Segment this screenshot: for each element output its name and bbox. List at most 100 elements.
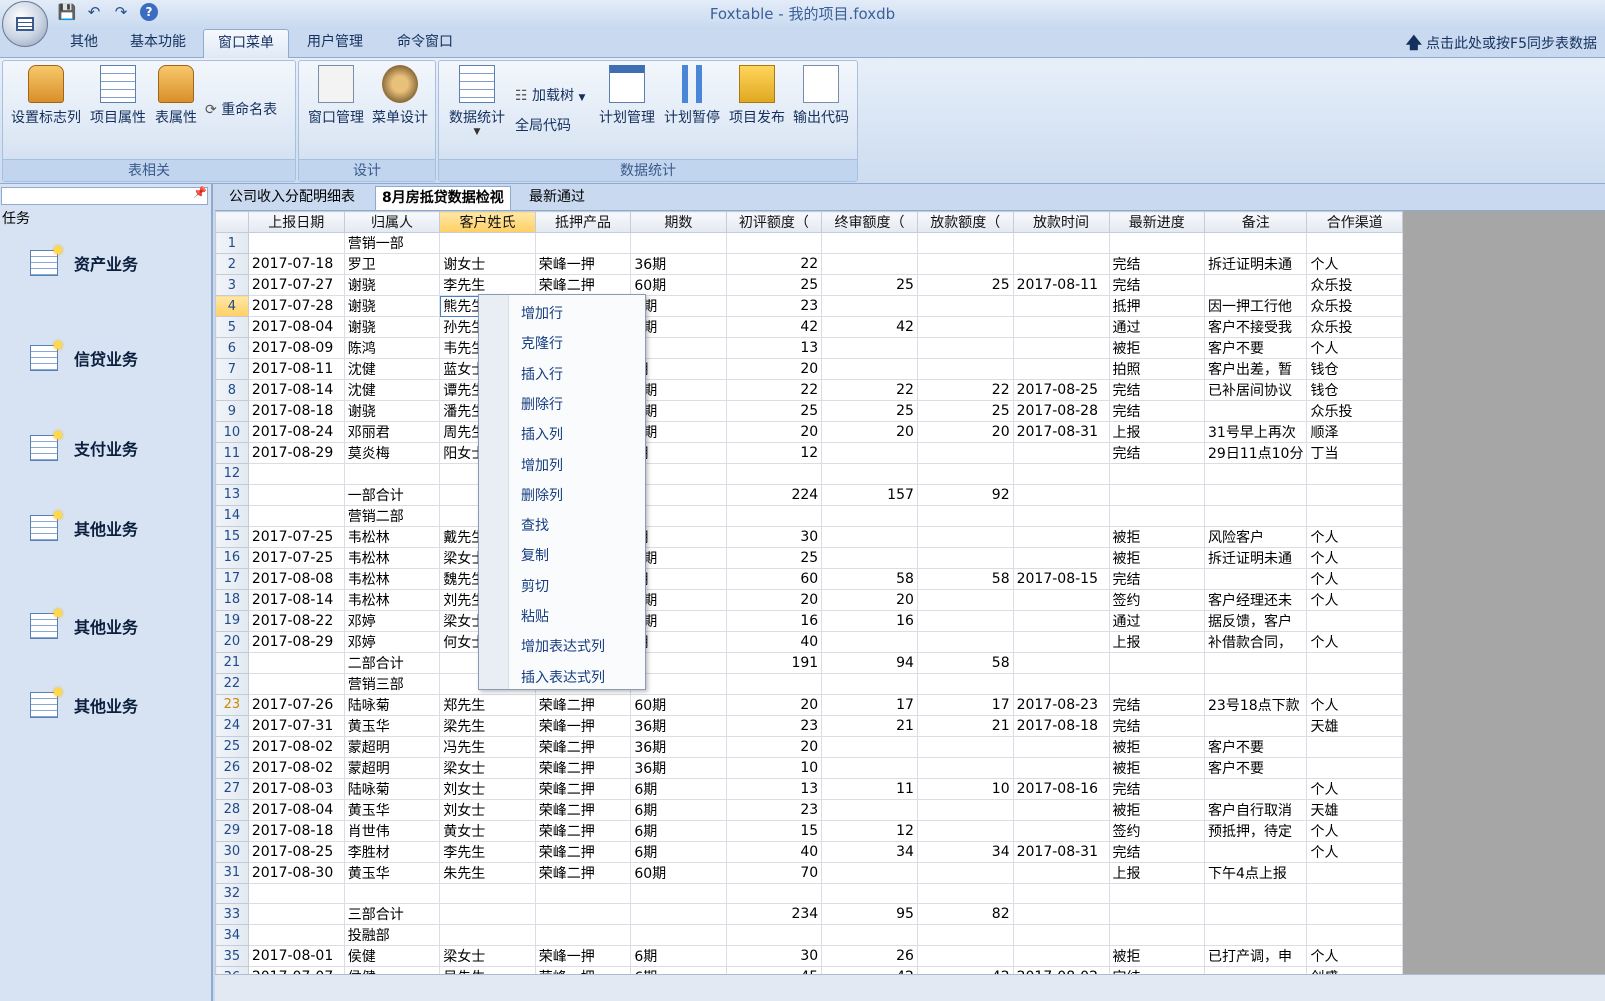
table-cell[interactable] [1306, 483, 1403, 506]
table-cell[interactable] [1108, 882, 1205, 905]
table-cell[interactable]: 谢骁 [343, 400, 441, 422]
table-cell[interactable]: 被拒 [1108, 546, 1205, 569]
data-grid[interactable]: 上报日期 归属人 客户姓氏 抵押产品 期数 初评额度（ 终审额度（ 放款额度（ 放款时间 最新进度… [215, 211, 1403, 974]
table-cell[interactable] [343, 882, 441, 905]
menu-item[interactable]: 插入列 [521, 424, 563, 444]
table-cell[interactable]: 2017-08-24 [247, 421, 345, 443]
table-cell[interactable]: 客户不要 [1203, 337, 1308, 359]
project-properties-button[interactable]: 项目属性 [87, 65, 149, 127]
table-cell[interactable]: 2017-07-27 [247, 274, 345, 296]
table-cell[interactable] [1108, 232, 1205, 254]
table-cell[interactable]: 完结 [1108, 379, 1205, 401]
set-flag-column-button[interactable]: 设置标志列 [9, 65, 83, 127]
table-cell[interactable] [916, 924, 1014, 947]
table-cell[interactable] [1012, 651, 1110, 674]
undo-icon[interactable]: ↶ [85, 3, 103, 21]
table-cell[interactable]: 60期 [630, 693, 727, 716]
table-cell[interactable] [247, 882, 345, 905]
table-cell[interactable]: 20 [916, 421, 1014, 443]
table-cell[interactable] [821, 630, 918, 653]
table-cell[interactable] [1108, 903, 1205, 926]
table-cell[interactable] [1012, 630, 1110, 653]
table-cell[interactable]: 36期 [630, 735, 727, 758]
table-cell[interactable]: 10 [725, 756, 823, 779]
column-header[interactable]: 抵押产品 [534, 211, 632, 233]
table-cell[interactable] [247, 672, 345, 695]
table-cell[interactable]: 刘女士 [439, 777, 536, 800]
table-cell[interactable] [1012, 903, 1110, 926]
table-cell[interactable]: 2017-08-14 [247, 588, 345, 611]
table-cell[interactable] [247, 232, 345, 254]
table-cell[interactable]: 韦松林 [343, 546, 441, 569]
table-cell[interactable]: 营销三部 [343, 672, 441, 695]
table-cell[interactable] [821, 672, 918, 695]
table-cell[interactable] [1012, 735, 1110, 758]
load-tree-button[interactable]: ☷ 加载树 ▼ [515, 85, 585, 105]
table-cell[interactable]: 58 [916, 567, 1014, 590]
task-panel-header-field[interactable] [1, 187, 208, 205]
table-cell[interactable]: 16 [821, 609, 918, 632]
table-cell[interactable]: 众乐投 [1306, 295, 1403, 317]
table-cell[interactable]: 荣峰二押 [534, 777, 632, 800]
table-cell[interactable]: 钱仓 [1306, 379, 1403, 401]
table-cell[interactable] [821, 504, 918, 527]
table-cell[interactable]: 2017-08-15 [1012, 567, 1110, 590]
table-cell[interactable]: 客户不接受我 [1203, 316, 1308, 338]
table-cell[interactable]: 2017-08-31 [1012, 421, 1110, 443]
table-cell[interactable]: 谢骁 [343, 274, 441, 296]
table-cell[interactable] [247, 483, 345, 506]
table-cell[interactable] [916, 253, 1014, 275]
table-cell[interactable]: 荣峰一押 [534, 253, 632, 275]
table-cell[interactable]: 22 [725, 253, 823, 275]
table-cell[interactable]: 94 [821, 651, 918, 674]
table-cell[interactable]: 13 [725, 337, 823, 359]
table-cell[interactable]: 天雄 [1306, 798, 1403, 821]
table-cell[interactable]: 个人 [1306, 253, 1403, 275]
table-cell[interactable] [1306, 903, 1403, 926]
table-cell[interactable]: 58 [821, 567, 918, 590]
table-cell[interactable]: 据反馈，客户 [1203, 609, 1308, 632]
table-cell[interactable]: 26 [821, 945, 918, 968]
table-cell[interactable]: 25 [725, 274, 823, 296]
table-cell[interactable]: 客户经理还未 [1203, 588, 1308, 611]
table-cell[interactable]: 签约 [1108, 588, 1205, 611]
table-cell[interactable]: 17 [916, 693, 1014, 716]
table-cell[interactable] [343, 463, 441, 485]
table-cell[interactable]: 22 [821, 379, 918, 401]
table-cell[interactable]: 肖世伟 [343, 819, 441, 842]
table-cell[interactable]: 侯健 [343, 966, 441, 974]
table-cell[interactable]: 客户不要 [1203, 735, 1308, 758]
table-cell[interactable] [1012, 609, 1110, 632]
application-menu-button[interactable] [2, 1, 48, 47]
table-cell[interactable]: 个人 [1306, 777, 1403, 800]
table-cell[interactable]: 6期 [630, 966, 727, 974]
table-cell[interactable]: 23 [725, 798, 823, 821]
tab-command-window[interactable]: 命令窗口 [385, 29, 465, 58]
table-cell[interactable]: 黄玉华 [343, 798, 441, 821]
table-cell[interactable] [821, 798, 918, 821]
table-cell[interactable]: 42 [821, 316, 918, 338]
table-cell[interactable]: 营销二部 [343, 504, 441, 527]
table-cell[interactable] [916, 735, 1014, 758]
table-cell[interactable]: 2017-08-14 [247, 379, 345, 401]
table-cell[interactable]: 完结 [1108, 777, 1205, 800]
table-cell[interactable]: 荣峰一押 [534, 714, 632, 737]
tab-income-distribution[interactable]: 公司收入分配明细表 [223, 186, 361, 210]
menu-design-button[interactable]: 菜单设计 [369, 65, 431, 127]
table-cell[interactable]: 冯先生 [439, 735, 536, 758]
project-publish-button[interactable]: 项目发布 [725, 65, 789, 127]
table-cell[interactable] [1012, 295, 1110, 317]
table-cell[interactable]: 23 [725, 295, 823, 317]
table-cell[interactable]: 郑先生 [439, 693, 536, 716]
table-cell[interactable]: 通过 [1108, 316, 1205, 338]
table-cell[interactable]: 15 [725, 819, 823, 842]
column-header[interactable]: 归属人 [343, 211, 441, 233]
table-cell[interactable]: 个人 [1306, 840, 1403, 863]
table-cell[interactable] [247, 504, 345, 527]
table-cell[interactable]: 沈健 [343, 358, 441, 380]
table-cell[interactable]: 21 [916, 714, 1014, 737]
table-cell[interactable]: 2017-08-09 [247, 337, 345, 359]
table-cell[interactable] [916, 945, 1014, 968]
table-cell[interactable] [1306, 861, 1403, 884]
table-cell[interactable]: 因一押工行他 [1203, 295, 1308, 317]
